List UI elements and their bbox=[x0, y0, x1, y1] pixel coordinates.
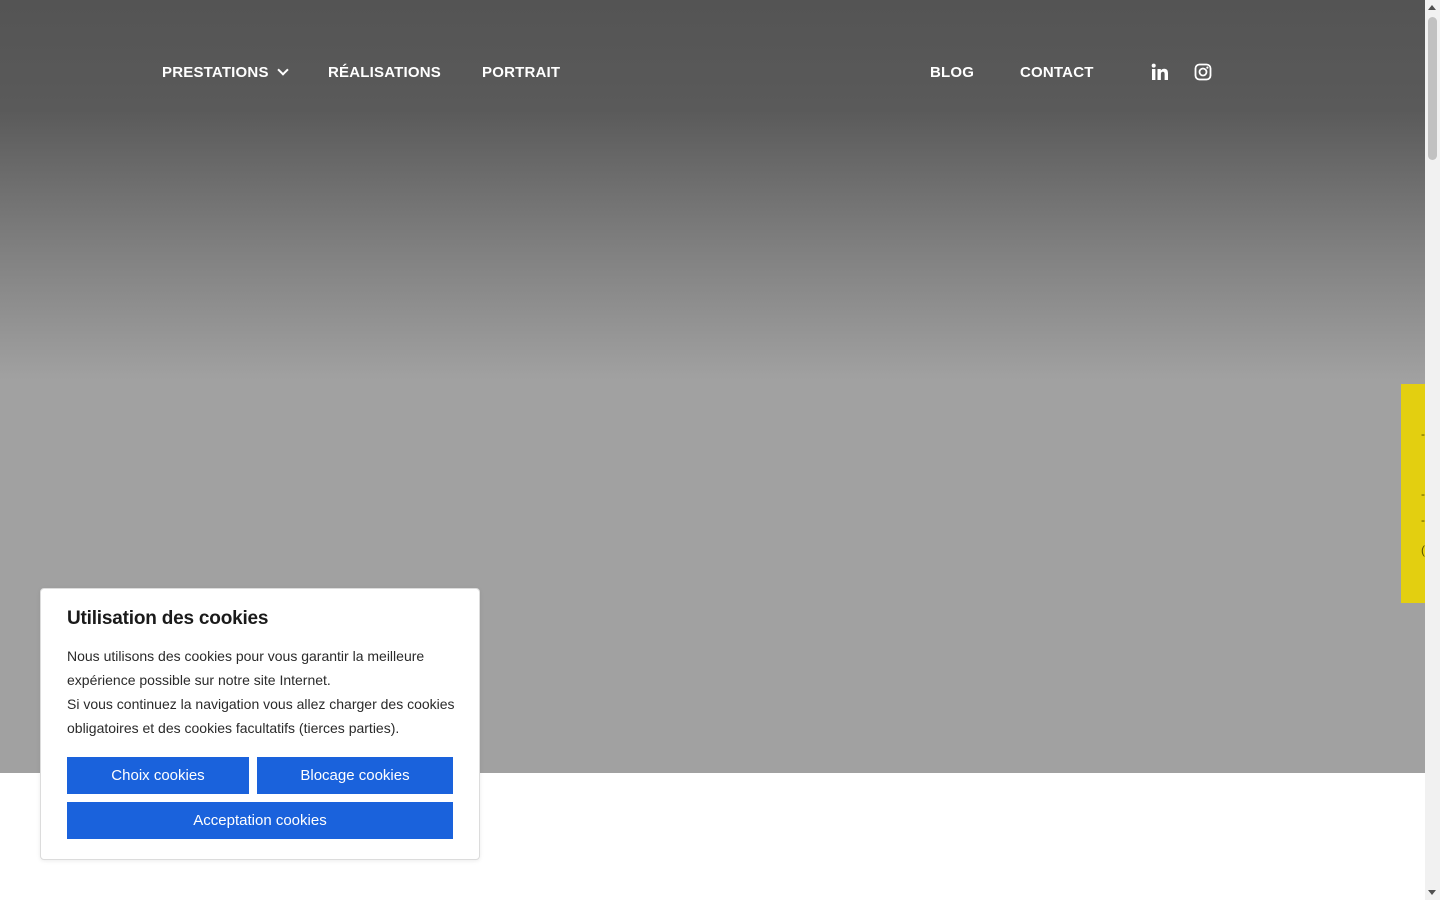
cookie-text-line: Si vous continuez la navigation vous all… bbox=[67, 696, 455, 736]
nav-item-contact[interactable]: CONTACT bbox=[1020, 62, 1094, 84]
scroll-down-icon[interactable] bbox=[1428, 890, 1436, 895]
nav-item-prestations[interactable]: PRESTATIONS bbox=[162, 62, 289, 84]
page: PRESTATIONS RÉALISATIONS PORTRAIT BLOG C… bbox=[0, 0, 1440, 900]
cookie-banner-title: Utilisation des cookies bbox=[67, 608, 269, 629]
chevron-down-icon bbox=[276, 64, 289, 76]
nav-item-portrait[interactable]: PORTRAIT bbox=[482, 62, 560, 84]
nav-item-blog[interactable]: BLOG bbox=[930, 62, 974, 84]
side-tab[interactable]: - - - ( bbox=[1401, 384, 1425, 603]
scroll-thumb[interactable] bbox=[1428, 17, 1437, 160]
cookie-text-line: Nous utilisons des cookies pour vous gar… bbox=[67, 648, 425, 688]
cookie-block-button[interactable]: Blocage cookies bbox=[257, 757, 453, 794]
nav-item-realisations[interactable]: RÉALISATIONS bbox=[328, 62, 441, 84]
cookie-choice-button[interactable]: Choix cookies bbox=[67, 757, 249, 794]
cookie-accept-button[interactable]: Acceptation cookies bbox=[67, 802, 453, 839]
linkedin-icon[interactable] bbox=[1150, 62, 1170, 82]
instagram-icon[interactable] bbox=[1193, 62, 1213, 82]
cookie-banner: Utilisation des cookies Nous utilisons d… bbox=[40, 588, 480, 860]
scrollbar[interactable] bbox=[1425, 0, 1440, 900]
scroll-up-icon[interactable] bbox=[1428, 5, 1436, 10]
nav-item-label: PRESTATIONS bbox=[162, 64, 269, 81]
cookie-banner-text: Nous utilisons des cookies pour vous gar… bbox=[67, 644, 457, 740]
